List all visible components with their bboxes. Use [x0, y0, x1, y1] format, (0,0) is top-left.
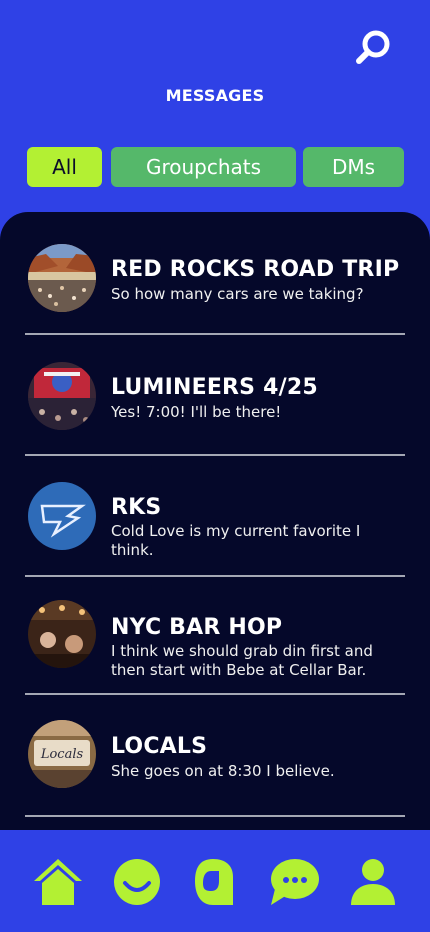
conversation-preview: Cold Love is my current favorite I think…	[111, 522, 361, 559]
conversation-item-red-rocks-road-trip[interactable]: RED ROCKS ROAD TRIP So how many cars are…	[25, 242, 405, 314]
svg-text:Locals: Locals	[40, 747, 84, 762]
divider	[25, 693, 405, 695]
search-icon	[354, 28, 394, 72]
divider	[25, 454, 405, 456]
conversation-name: RKS	[111, 495, 162, 520]
conversation-preview: She goes on at 8:30 I believe.	[111, 762, 335, 780]
conversation-preview: So how many cars are we taking?	[111, 285, 364, 303]
avatar	[28, 362, 96, 430]
conversation-name: LUMINEERS 4/25	[111, 375, 318, 400]
page-title: MESSAGES	[165, 86, 265, 105]
divider	[25, 575, 405, 577]
conversation-preview: I think we should grab din first and the…	[111, 642, 373, 679]
tab-home[interactable]	[31, 858, 85, 910]
letter-a-icon	[193, 857, 237, 911]
tab-letter-a[interactable]	[188, 858, 242, 910]
conversation-list: RED ROCKS ROAD TRIP So how many cars are…	[0, 212, 430, 852]
divider	[25, 815, 405, 817]
home-icon	[32, 857, 84, 911]
profile-icon	[349, 857, 397, 911]
smiley-icon	[112, 857, 162, 911]
conversation-name: NYC BAR HOP	[111, 615, 283, 640]
search-button[interactable]	[352, 30, 396, 70]
avatar: Locals	[28, 720, 96, 788]
conversation-name: LOCALS	[111, 734, 208, 759]
conversation-item-lumineers[interactable]: LUMINEERS 4/25 Yes! 7:00! I'll be there!	[25, 360, 405, 432]
conversation-preview: Yes! 7:00! I'll be there!	[111, 403, 282, 421]
conversation-item-rks[interactable]: RKS Cold Love is my current favorite I t…	[25, 480, 405, 559]
filter-groupchats-chip[interactable]: Groupchats	[111, 147, 296, 187]
chat-bubble-icon	[269, 857, 321, 911]
tab-smiley[interactable]	[110, 858, 164, 910]
conversation-item-locals[interactable]: Locals LOCALS She goes on at 8:30 I beli…	[25, 718, 405, 790]
avatar	[28, 600, 96, 668]
avatar	[28, 244, 96, 312]
tab-profile[interactable]	[346, 858, 400, 910]
bottom-tab-bar	[0, 830, 430, 932]
avatar	[28, 482, 96, 550]
conversation-item-nyc-bar-hop[interactable]: NYC BAR HOP I think we should grab din f…	[25, 600, 405, 679]
filter-chips: All Groupchats DMs	[27, 147, 404, 187]
filter-dms-chip[interactable]: DMs	[303, 147, 404, 187]
conversation-name: RED ROCKS ROAD TRIP	[111, 257, 400, 282]
tab-messages[interactable]	[268, 858, 322, 910]
divider	[25, 333, 405, 335]
filter-all-chip[interactable]: All	[27, 147, 102, 187]
